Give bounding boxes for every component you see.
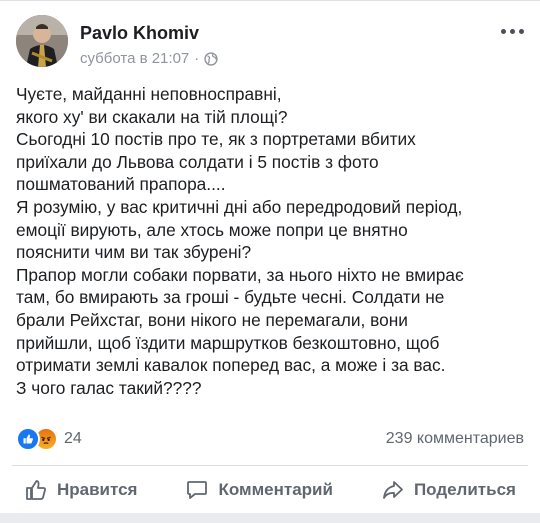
post-text: Чуєте, майданні неповносправні, якого ху… xyxy=(16,83,528,399)
post-line: Чуєте, майданні неповносправні, xyxy=(16,84,282,104)
comment-label: Комментарий xyxy=(218,480,333,499)
post-line: Сьогодні 10 постів про те, як з портрета… xyxy=(16,129,416,150)
like-button[interactable]: Нравится xyxy=(24,478,138,502)
post-line: прийшли, щоб їздити маршрутков безкоштов… xyxy=(16,332,440,353)
share-button[interactable]: Поделиться xyxy=(381,478,516,502)
post-line: пошматований прапора.... xyxy=(16,174,226,195)
comment-icon xyxy=(187,481,208,499)
comment-button[interactable]: Комментарий xyxy=(185,478,333,502)
post-line: З чого галас такий???? xyxy=(16,377,202,398)
share-label: Поделиться xyxy=(413,480,516,499)
post-line: емоції вирують, але хтось може попри це … xyxy=(16,219,408,240)
post-meta: суббота в 21:07 · xyxy=(80,50,218,67)
divider xyxy=(12,465,528,466)
more-dot-icon xyxy=(519,29,524,34)
action-bar: Нравится Комментарий Поделиться xyxy=(0,467,540,513)
share-icon xyxy=(383,481,403,499)
more-options-button[interactable] xyxy=(501,29,524,34)
post-line: пояснити чим ви так збурені? xyxy=(16,242,252,263)
comments-count-link[interactable]: 239 комментариев xyxy=(386,430,524,448)
reaction-count: 24 xyxy=(64,430,82,447)
post-line: Прапор могли собаки порвати, за нього ні… xyxy=(16,264,464,285)
like-label: Нравится xyxy=(56,480,138,499)
post-line: брали Рейхстаг, вони нікого не перемагал… xyxy=(16,309,408,330)
post-timestamp[interactable]: суббота в 21:07 xyxy=(80,50,189,67)
post-line: якого ху' ви скакали на тій площі? xyxy=(16,106,288,127)
post-card: Pavlo Khomiv суббота в 21:07 · Чуєте, ма… xyxy=(0,0,540,514)
feed-gap xyxy=(0,513,540,523)
author-name[interactable]: Pavlo Khomiv xyxy=(80,23,199,44)
post-line: отримати землі кавалок поперед вас, а мо… xyxy=(16,355,446,376)
thumbs-up-icon xyxy=(26,480,46,500)
post-line: Я розумію, у вас критичні дні або передр… xyxy=(16,196,463,217)
like-icon xyxy=(16,427,40,451)
avatar-photo xyxy=(16,15,68,67)
reactions-summary[interactable]: 24 xyxy=(16,427,82,451)
post-line: приїхали до Львова солдати і 5 постів з … xyxy=(16,151,379,172)
post-line: там, бо вмирають за гроші - будьте чесні… xyxy=(16,287,445,308)
more-dot-icon xyxy=(501,29,506,34)
more-dot-icon xyxy=(510,29,515,34)
avatar[interactable] xyxy=(16,15,68,67)
globe-icon[interactable] xyxy=(204,51,218,66)
meta-separator: · xyxy=(194,50,200,67)
